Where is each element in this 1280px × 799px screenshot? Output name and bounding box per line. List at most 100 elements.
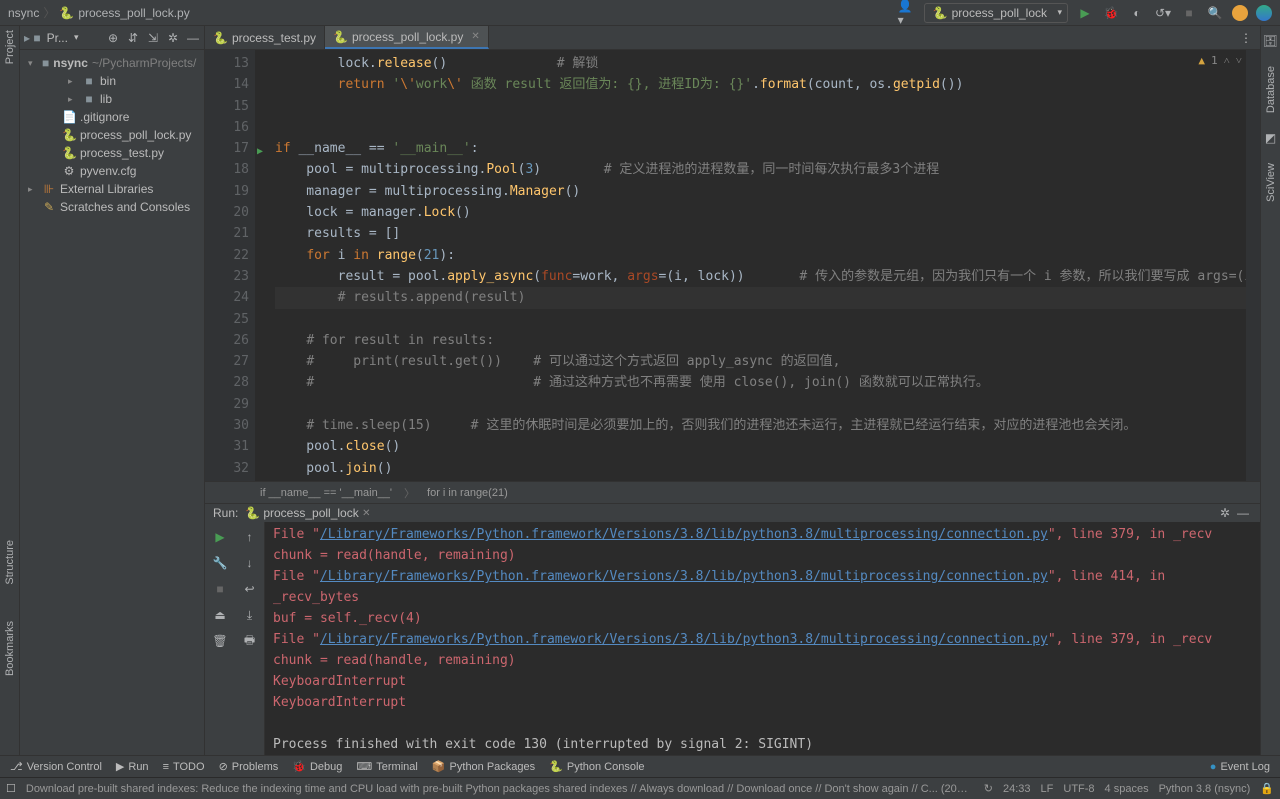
editor-body[interactable]: 13141516▶1718192021222324252627282930313… xyxy=(205,50,1260,481)
project-tree[interactable]: ▾ ■ nsync ~/PycharmProjects/ ▸■ bin ▸■ l… xyxy=(20,50,204,220)
file-encoding[interactable]: UTF-8 xyxy=(1063,783,1094,795)
tab-overflow[interactable]: ⋮ xyxy=(1232,26,1260,49)
tree-root[interactable]: ▾ ■ nsync ~/PycharmProjects/ xyxy=(20,54,204,72)
project-tool-label[interactable]: Project xyxy=(4,30,16,64)
line-ending[interactable]: LF xyxy=(1041,783,1054,795)
vcs-icon: ⎇ xyxy=(10,760,23,773)
python-icon: 🐍 xyxy=(933,6,948,20)
tree-file[interactable]: ⚙ pyvenv.cfg xyxy=(20,162,204,180)
tree-file[interactable]: 🐍 process_test.py xyxy=(20,144,204,162)
sciview-tool-label[interactable]: SciView xyxy=(1265,163,1277,202)
project-panel-header: ▸ ■ Pr... ▾ ⊕ ⇵ ⇲ ✲ — xyxy=(20,26,204,50)
run-config-select[interactable]: 🐍 process_poll_lock xyxy=(924,3,1068,23)
breadcrumb-part[interactable]: nsync xyxy=(8,6,39,20)
indent-style[interactable]: 4 spaces xyxy=(1105,783,1149,795)
tree-file[interactable]: 📄 .gitignore xyxy=(20,108,204,126)
soft-wrap-icon[interactable]: ↩ xyxy=(241,580,259,598)
status-square-icon[interactable]: ☐ xyxy=(6,782,16,795)
status-message[interactable]: Download pre-built shared indexes: Reduc… xyxy=(26,783,974,795)
scratches-consoles[interactable]: ✎ Scratches and Consoles xyxy=(20,198,204,216)
breadcrumb-scope[interactable]: if __name__ == '__main__' xyxy=(260,487,392,499)
collapse-icon[interactable]: ⇲ xyxy=(146,31,160,45)
scroll-end-icon[interactable]: ⤓ xyxy=(241,606,259,624)
editor-breadcrumb: if __name__ == '__main__' 〉 for i in ran… xyxy=(205,481,1260,503)
tab-process-test[interactable]: 🐍 process_test.py xyxy=(205,26,325,49)
avatar[interactable] xyxy=(1232,5,1248,21)
tree-folder[interactable]: ▸■ bin xyxy=(20,72,204,90)
close-icon[interactable]: ✕ xyxy=(362,508,370,519)
line-gutter[interactable]: 13141516▶1718192021222324252627282930313… xyxy=(205,50,255,481)
python-file-icon: 🐍 xyxy=(62,128,76,142)
run-icon[interactable]: ▶ xyxy=(1076,4,1094,22)
run-panel: Run: 🐍 process_poll_lock ✕ ✲ — ▶ 🔧 ■ ⏏ 🗑… xyxy=(205,503,1260,755)
python-file-icon: 🐍 xyxy=(213,31,228,45)
database-tool-label[interactable]: Database xyxy=(1265,66,1277,113)
up-icon[interactable]: ↑ xyxy=(241,528,259,546)
breadcrumb-scope[interactable]: for i in range(21) xyxy=(427,487,508,499)
debug-icon[interactable]: 🐞 xyxy=(1102,4,1120,22)
next-highlight-icon[interactable]: ˅ xyxy=(1236,54,1242,67)
bottom-tool-bar: ⎇Version Control ▶Run ≡TODO ⊘Problems 🐞D… xyxy=(0,755,1280,777)
vcs-tool[interactable]: ⎇Version Control xyxy=(10,760,102,773)
gear-icon[interactable]: ✲ xyxy=(1216,504,1234,522)
bookmarks-tool-label[interactable]: Bookmarks xyxy=(4,621,16,676)
pypackages-tool[interactable]: 📦Python Packages xyxy=(432,760,535,773)
python-file-icon: 🐍 xyxy=(59,6,74,20)
hide-icon[interactable]: — xyxy=(186,31,200,45)
editor-tabs: 🐍 process_test.py 🐍 process_poll_lock.py… xyxy=(205,26,1260,50)
console-output[interactable]: File "/Library/Frameworks/Python.framewo… xyxy=(265,522,1260,757)
database-tool-icon[interactable]: 🗄 xyxy=(1263,34,1278,48)
close-icon[interactable]: ✕ xyxy=(471,31,479,42)
structure-tool-label[interactable]: Structure xyxy=(4,540,16,585)
gear-icon[interactable]: ✲ xyxy=(166,31,180,45)
run-process-name: process_poll_lock xyxy=(263,506,358,520)
run-left-toolbar: ▶ 🔧 ■ ⏏ 🗑 xyxy=(205,522,235,757)
target-icon[interactable]: ⊕ xyxy=(106,31,120,45)
project-panel: ▸ ■ Pr... ▾ ⊕ ⇵ ⇲ ✲ — ▾ ■ nsync ~/Pychar… xyxy=(20,26,205,755)
down-icon[interactable]: ↓ xyxy=(241,554,259,572)
python-interpreter[interactable]: Python 3.8 (nsync) xyxy=(1159,783,1251,795)
rerun-icon[interactable]: ▶ xyxy=(211,528,229,546)
profile-icon[interactable]: ↺▾ xyxy=(1154,4,1172,22)
sync-icon[interactable]: ↻ xyxy=(984,782,993,795)
sciview-tool-icon[interactable]: ◩ xyxy=(1265,131,1276,145)
caret-position[interactable]: 24:33 xyxy=(1003,783,1031,795)
problems-tool[interactable]: ⊘Problems xyxy=(219,760,279,773)
root-name: nsync xyxy=(53,56,88,70)
external-libraries[interactable]: ▸⊪ External Libraries xyxy=(20,180,204,198)
tree-file[interactable]: 🐍 process_poll_lock.py xyxy=(20,126,204,144)
wrench-icon[interactable]: 🔧 xyxy=(211,554,229,572)
debug-tool[interactable]: 🐞Debug xyxy=(292,760,342,773)
chevron-down-icon[interactable]: ▾ xyxy=(74,32,79,43)
stop-icon[interactable]: ■ xyxy=(211,580,229,598)
breadcrumb-part[interactable]: process_poll_lock.py xyxy=(78,6,189,20)
event-log-tool[interactable]: ●Event Log xyxy=(1210,761,1270,773)
tab-process-poll-lock[interactable]: 🐍 process_poll_lock.py ✕ xyxy=(325,26,489,49)
problems-icon: ⊘ xyxy=(219,760,228,773)
folder-icon: ■ xyxy=(82,74,96,88)
trash-icon[interactable]: 🗑 xyxy=(211,632,229,650)
exit-icon[interactable]: ⏏ xyxy=(211,606,229,624)
expand-icon[interactable]: ⇵ xyxy=(126,31,140,45)
python-icon: 🐍 xyxy=(245,506,260,520)
run-tool[interactable]: ▶Run xyxy=(116,760,149,773)
lock-icon[interactable]: 🔒 xyxy=(1260,782,1274,795)
status-bar: ☐ Download pre-built shared indexes: Red… xyxy=(0,777,1280,799)
coverage-icon[interactable]: ◐ xyxy=(1128,4,1146,22)
terminal-tool[interactable]: ⌨Terminal xyxy=(356,760,417,773)
search-icon[interactable]: 🔍 xyxy=(1206,4,1224,22)
tree-folder[interactable]: ▸■ lib xyxy=(20,90,204,108)
prev-highlight-icon[interactable]: ˄ xyxy=(1224,54,1230,67)
print-icon[interactable]: 🖶 xyxy=(241,632,259,650)
stop-icon[interactable]: ■ xyxy=(1180,4,1198,22)
code-content[interactable]: lock.release() # 解锁 return '\'work\' 函数 … xyxy=(255,50,1246,481)
inspection-widget[interactable]: ▲ 1 ˄ ˅ xyxy=(1198,54,1242,67)
pyconsole-tool[interactable]: 🐍Python Console xyxy=(549,760,644,773)
ide-icon[interactable] xyxy=(1256,5,1272,21)
user-icon[interactable]: 👤▾ xyxy=(898,4,916,22)
python-file-icon: 🐍 xyxy=(333,30,348,44)
editor-scrollbar[interactable] xyxy=(1246,50,1260,481)
todo-tool[interactable]: ≡TODO xyxy=(163,761,205,773)
hide-icon[interactable]: — xyxy=(1234,504,1252,522)
warning-count: 1 xyxy=(1211,54,1218,67)
